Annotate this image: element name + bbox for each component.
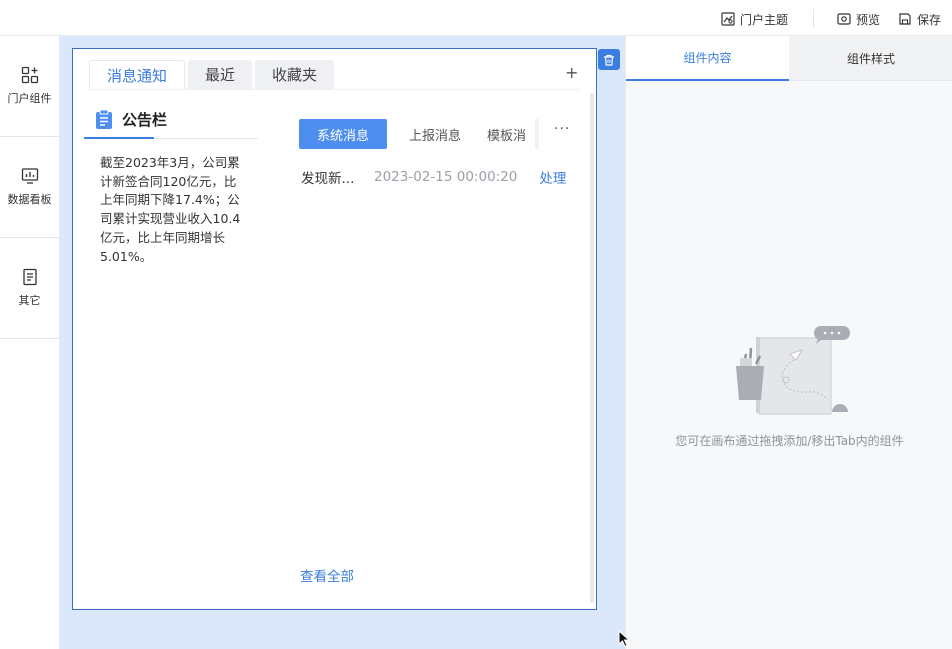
theme-icon [721,12,735,26]
sidebar-item-data-board[interactable]: 数据看板 [0,137,59,238]
add-tab-button[interactable]: + [565,63,578,82]
tab-overflow-fade [535,119,539,149]
sidebar-item-label: 其它 [18,294,41,307]
toolbar-divider [813,9,814,28]
widget-scrollbar[interactable] [590,93,594,603]
design-canvas[interactable]: 消息通知 最近 收藏夹 + 公告栏 截至2023年3月，公司累计新签合同120亿… [60,36,625,649]
tab-widget[interactable]: 消息通知 最近 收藏夹 + 公告栏 截至2023年3月，公司累计新签合同120亿… [72,48,597,610]
bulletin-header: 公告栏 [95,109,167,130]
tab-notifications[interactable]: 消息通知 [89,60,186,89]
sidebar-item-label: 门户组件 [7,92,52,105]
bulletin-divider [154,138,258,139]
save-label: 保存 [917,12,942,27]
tab-template-messages[interactable]: 模板消 [487,119,537,149]
message-row[interactable]: 发现新... 2023-02-15 00:00:20 处理 [301,167,566,187]
tab-favorites[interactable]: 收藏夹 [255,60,335,89]
handle-link[interactable]: 处理 [539,167,566,187]
preview-button[interactable]: 预览 [837,10,880,28]
bulletin-active-underline [84,137,154,139]
tab-component-style[interactable]: 组件样式 [789,36,952,81]
tab-recent[interactable]: 最近 [188,60,253,89]
portal-theme-button[interactable]: 门户主题 [721,10,788,28]
top-toolbar: 门户主题 预览 保存 [0,0,952,36]
bulletin-title: 公告栏 [122,111,168,129]
component-sidebar: 门户组件 数据看板 其它 [0,36,60,649]
document-icon [22,268,37,286]
save-button[interactable]: 保存 [898,10,941,28]
message-time: 2023-02-15 00:00:20 [374,169,518,185]
widget-tabs: 消息通知 最近 收藏夹 [89,60,335,89]
tab-system-messages[interactable]: 系统消息 [299,119,387,149]
tab-component-content[interactable]: 组件内容 [626,36,789,81]
tab-underline [89,89,579,90]
empty-state-illustration [736,326,850,415]
empty-state-text: 您可在画布通过拖拽添加/移出Tab内的组件 [675,434,904,448]
sidebar-item-portal-components[interactable]: 门户组件 [0,36,59,137]
trash-icon [604,54,614,66]
properties-panel: 组件内容 组件样式 您可在画布通过拖拽添加/移出Tab内的组件 [625,36,952,649]
message-title[interactable]: 发现新... [301,167,374,187]
grid-plus-icon [21,66,38,84]
delete-widget-button[interactable] [598,49,620,70]
save-icon [899,13,911,25]
mouse-cursor-icon [618,630,630,648]
view-all-link[interactable]: 查看全部 [300,565,354,585]
preview-label: 预览 [856,12,881,27]
dashboard-icon [21,168,38,184]
more-tabs-button[interactable]: ··· [554,121,570,137]
portal-theme-label: 门户主题 [740,12,789,27]
sidebar-item-other[interactable]: 其它 [0,238,59,339]
eye-icon [837,13,851,25]
clipboard-icon [96,109,112,129]
tab-report-messages[interactable]: 上报消息 [395,119,475,149]
bulletin-text: 截至2023年3月，公司累计新签合同120亿元，比上年同期下降17.4%；公司累… [100,155,241,264]
sidebar-item-label: 数据看板 [7,193,52,206]
